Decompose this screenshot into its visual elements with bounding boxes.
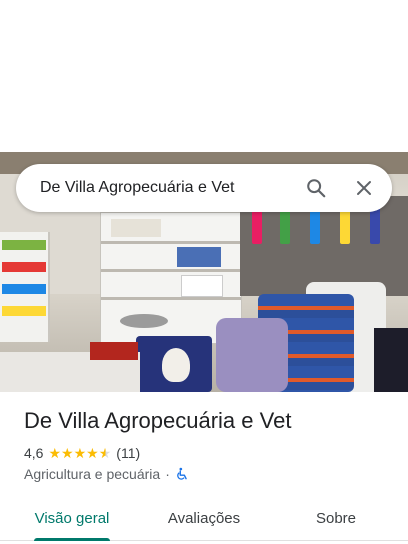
star-icon: ★ [48, 445, 62, 461]
rating-row[interactable]: 4,6 ★ ★ ★ ★ ★ (11) [24, 444, 140, 462]
tab-about[interactable]: Sobre [264, 496, 408, 540]
search-button[interactable] [296, 168, 336, 208]
photo-dog-food-bag [136, 336, 212, 392]
photo-purple-sacks [216, 318, 288, 392]
place-title: De Villa Agropecuária e Vet [24, 408, 292, 433]
tab-about-label: Sobre [315, 509, 357, 527]
place-category: Agricultura e pecuária [24, 466, 161, 482]
close-icon [357, 181, 371, 195]
search-icon [307, 179, 326, 198]
place-tabs: Visão geral Avaliações Sobre [0, 496, 408, 541]
tab-reviews[interactable]: Avaliações [144, 496, 264, 540]
tab-overview[interactable]: Visão geral [0, 496, 144, 541]
star-icon: ★ [61, 445, 74, 461]
clear-search-button[interactable] [344, 168, 384, 208]
photo-dark-crate [374, 328, 408, 392]
rating-value: 4,6 [24, 445, 44, 461]
separator-dot: · [165, 466, 170, 482]
search-bar[interactable]: De Villa Agropecuária e Vet [16, 164, 392, 212]
tab-reviews-label: Avaliações [167, 509, 241, 527]
photo-left-shelf [0, 232, 50, 342]
tab-overview-label: Visão geral [34, 509, 110, 527]
category-row: Agricultura e pecuária · [24, 465, 189, 483]
star-icon: ★ [86, 445, 99, 461]
wheelchair-accessible-icon [176, 467, 187, 480]
half-star-icon: ★ [98, 445, 112, 461]
rating-stars: ★ ★ ★ ★ ★ [48, 446, 111, 460]
search-query-text[interactable]: De Villa Agropecuária e Vet [40, 179, 296, 197]
photo-red-item [90, 342, 138, 360]
top-blank-area [0, 0, 408, 152]
star-icon: ★ [73, 445, 87, 461]
tab-selected-indicator [34, 538, 110, 541]
photo-scale [120, 314, 168, 328]
review-count: (11) [116, 445, 141, 461]
